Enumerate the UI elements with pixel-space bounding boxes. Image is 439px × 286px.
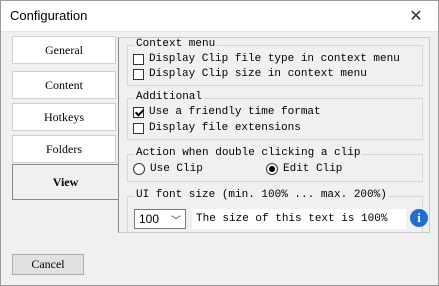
font-size-sample: The size of this text is 100% bbox=[192, 209, 406, 229]
font-size-legend: UI font size (min. 100% ... max. 200%) bbox=[134, 189, 389, 201]
clip-file-type-option[interactable]: Display Clip file type in context menu bbox=[133, 53, 400, 65]
clip-size-checkbox[interactable] bbox=[133, 68, 144, 80]
file-extensions-option[interactable]: Display file extensions bbox=[133, 122, 301, 134]
edit-clip-radio[interactable] bbox=[266, 163, 278, 175]
option-label: Edit Clip bbox=[283, 163, 343, 175]
close-icon[interactable]: ✕ bbox=[393, 0, 439, 31]
sidebar-item-label: General bbox=[45, 42, 83, 57]
sidebar-item-label: View bbox=[52, 174, 79, 189]
use-clip-radio[interactable] bbox=[133, 163, 145, 175]
double-click-legend: Action when double clicking a clip bbox=[134, 147, 363, 159]
friendly-time-checkbox[interactable] bbox=[133, 106, 144, 118]
font-size-select[interactable]: 100 ﹀ bbox=[134, 209, 186, 229]
option-label: Display file extensions bbox=[149, 122, 301, 134]
chevron-down-icon: ﹀ bbox=[171, 216, 181, 227]
sidebar-item-general[interactable]: General bbox=[12, 36, 116, 64]
double-click-group: Action when double clicking a clip Use C… bbox=[127, 147, 423, 182]
file-extensions-checkbox[interactable] bbox=[133, 122, 144, 134]
additional-group: Additional Use a friendly time format Di… bbox=[127, 91, 423, 140]
use-clip-option[interactable]: Use Clip bbox=[133, 163, 203, 175]
sidebar-item-content[interactable]: Content bbox=[12, 71, 116, 99]
font-size-value: 100 bbox=[139, 212, 160, 226]
option-label: Display Clip size in context menu bbox=[149, 68, 367, 80]
context-menu-group: Context menu Display Clip file type in c… bbox=[127, 38, 423, 86]
sidebar-item-view[interactable]: View bbox=[12, 164, 118, 200]
font-size-group: UI font size (min. 100% ... max. 200%) 1… bbox=[127, 189, 428, 232]
view-settings-panel: Context menu Display Clip file type in c… bbox=[118, 37, 430, 233]
option-label: Use a friendly time format bbox=[149, 106, 321, 118]
sidebar-item-label: Hotkeys bbox=[44, 109, 84, 124]
sidebar-item-hotkeys[interactable]: Hotkeys bbox=[12, 103, 116, 131]
window-title: Configuration bbox=[10, 8, 88, 23]
sidebar-item-label: Content bbox=[45, 77, 83, 92]
edit-clip-option[interactable]: Edit Clip bbox=[266, 163, 342, 175]
title-bar: Configuration ✕ bbox=[0, 0, 439, 32]
info-icon[interactable]: i bbox=[410, 209, 428, 227]
sample-text: The size of this text is 100% bbox=[196, 213, 388, 225]
option-label: Display Clip file type in context menu bbox=[149, 53, 400, 65]
friendly-time-option[interactable]: Use a friendly time format bbox=[133, 106, 321, 118]
context-menu-legend: Context menu bbox=[134, 38, 218, 50]
clip-size-option[interactable]: Display Clip size in context menu bbox=[133, 68, 367, 80]
sidebar-item-folders[interactable]: Folders bbox=[12, 135, 116, 163]
additional-legend: Additional bbox=[134, 91, 205, 103]
option-label: Use Clip bbox=[150, 163, 203, 175]
clip-file-type-checkbox[interactable] bbox=[133, 53, 144, 65]
sidebar-item-label: Folders bbox=[46, 141, 82, 156]
cancel-button[interactable]: Cancel bbox=[12, 254, 84, 275]
